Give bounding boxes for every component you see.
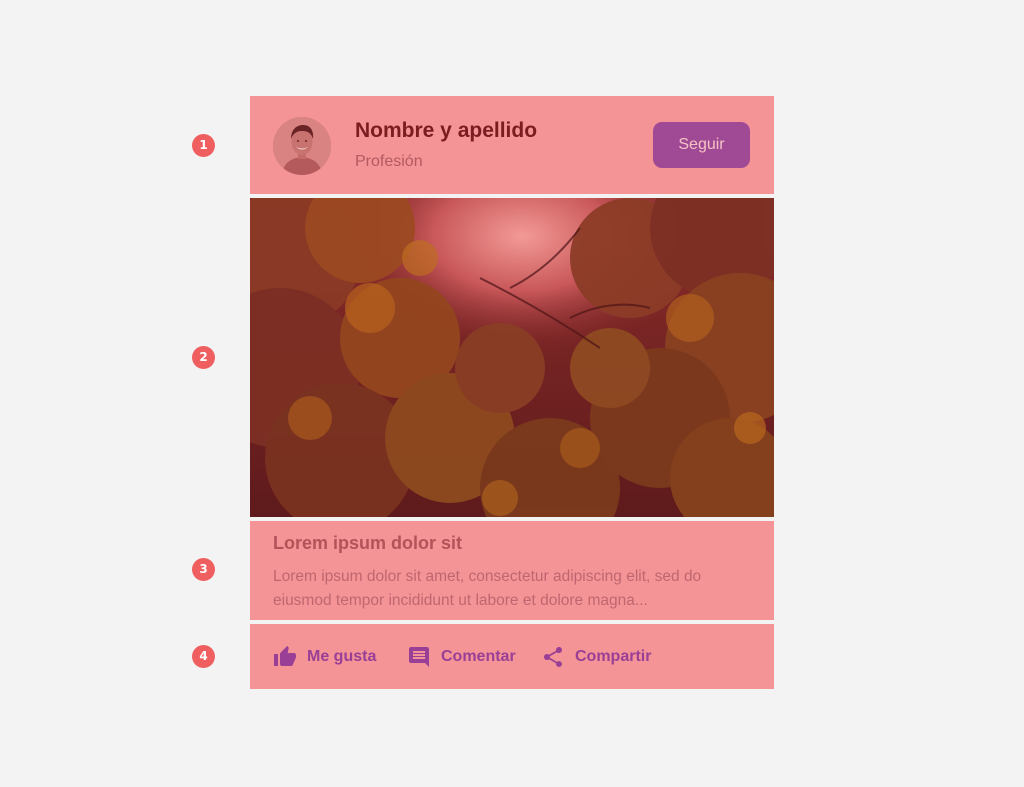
comment-button[interactable]: Comentar [407, 645, 516, 669]
post-image [250, 198, 774, 517]
share-button[interactable]: Compartir [541, 645, 651, 669]
forest-image [250, 198, 774, 517]
avatar-photo [273, 117, 331, 175]
section-marker-3: 3 [192, 558, 215, 581]
card-header: Nombre y apellido Profesión Seguir [250, 96, 774, 194]
avatar[interactable] [273, 117, 331, 175]
thumb-up-icon [273, 645, 297, 669]
post-body: Lorem ipsum dolor sit amet, consectetur … [273, 568, 702, 609]
section-marker-4: 4 [192, 645, 215, 668]
user-name: Nombre y apellido [355, 119, 538, 142]
like-button[interactable]: Me gusta [273, 645, 376, 669]
like-label: Me gusta [307, 648, 377, 665]
share-label: Compartir [575, 648, 652, 665]
card-actions: Me gusta Comentar Compartir [250, 624, 774, 689]
section-marker-2: 2 [192, 346, 215, 369]
comment-label: Comentar [441, 648, 516, 665]
section-marker-1: 1 [192, 134, 215, 157]
post-title: Lorem ipsum dolor sit [273, 533, 463, 553]
user-profession: Profesión [355, 153, 423, 170]
share-icon [541, 645, 565, 669]
post-content: Lorem ipsum dolor sit Lorem ipsum dolor … [250, 521, 774, 620]
follow-button[interactable]: Seguir [653, 122, 750, 168]
comment-icon [407, 645, 431, 669]
